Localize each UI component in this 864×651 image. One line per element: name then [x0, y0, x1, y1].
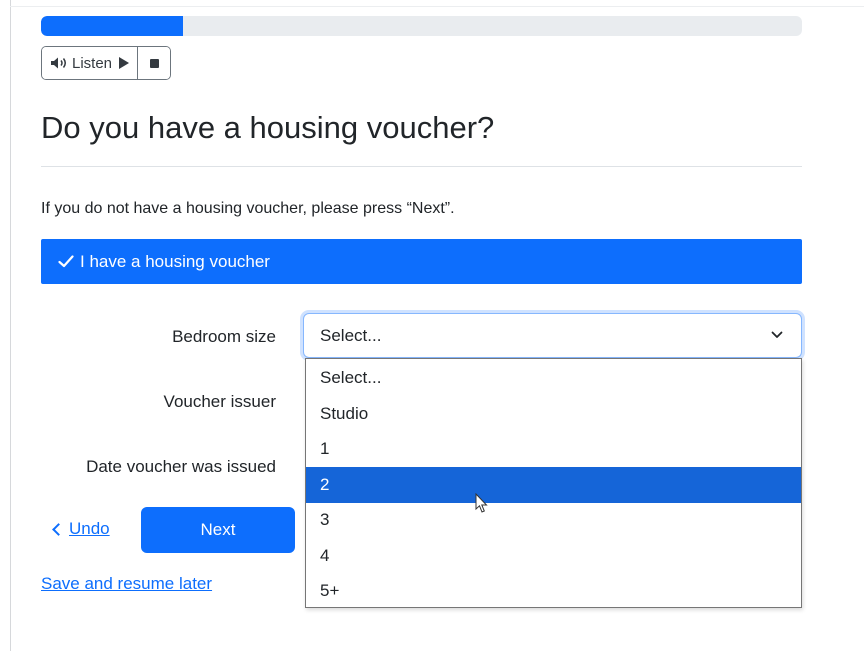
bedroom-size-value: Select... — [320, 325, 382, 345]
left-border — [10, 0, 11, 651]
undo-link[interactable]: Undo — [52, 519, 110, 539]
chevron-down-icon — [771, 331, 783, 338]
stop-button[interactable] — [137, 47, 171, 79]
bedroom-size-option[interactable]: 2 — [306, 467, 801, 503]
bedroom-size-option[interactable]: 4 — [306, 538, 801, 574]
chevron-left-icon — [52, 523, 65, 536]
checkmark-icon — [58, 255, 74, 268]
audio-controls: Listen — [41, 46, 172, 80]
speaker-icon — [51, 57, 66, 69]
bedroom-size-option[interactable]: Studio — [306, 396, 801, 432]
bedroom-size-option[interactable]: Select... — [306, 359, 801, 396]
undo-label: Undo — [69, 519, 110, 538]
save-resume-link[interactable]: Save and resume later — [41, 574, 212, 594]
listen-button[interactable]: Listen — [42, 47, 138, 79]
date-issued-label: Date voucher was issued — [86, 457, 276, 476]
next-button[interactable]: Next — [141, 507, 295, 553]
bedroom-size-option[interactable]: 1 — [306, 432, 801, 468]
listen-label: Listen — [72, 54, 113, 72]
bedroom-size-dropdown: Select... Studio 1 2 3 4 5+ — [305, 358, 802, 608]
stop-icon — [149, 58, 159, 68]
page-title: Do you have a housing voucher? — [41, 110, 495, 145]
voucher-issuer-label: Voucher issuer — [163, 392, 276, 411]
bedroom-size-select[interactable]: Select... — [303, 313, 802, 358]
interview-page: Listen Do you have a housing voucher? If… — [0, 0, 864, 651]
bedroom-size-label: Bedroom size — [172, 327, 276, 346]
play-icon — [119, 57, 130, 69]
mouse-cursor-icon — [475, 493, 488, 513]
bedroom-size-option[interactable]: 5+ — [306, 574, 801, 610]
top-border — [10, 6, 864, 7]
progress-bar-fill — [41, 16, 183, 36]
title-divider — [41, 166, 802, 167]
progress-bar — [41, 16, 802, 36]
page-subtitle: If you do not have a housing voucher, pl… — [41, 200, 455, 217]
voucher-checkbox[interactable]: I have a housing voucher — [41, 239, 802, 284]
bedroom-size-option[interactable]: 3 — [306, 503, 801, 539]
voucher-checkbox-label: I have a housing voucher — [80, 251, 270, 271]
